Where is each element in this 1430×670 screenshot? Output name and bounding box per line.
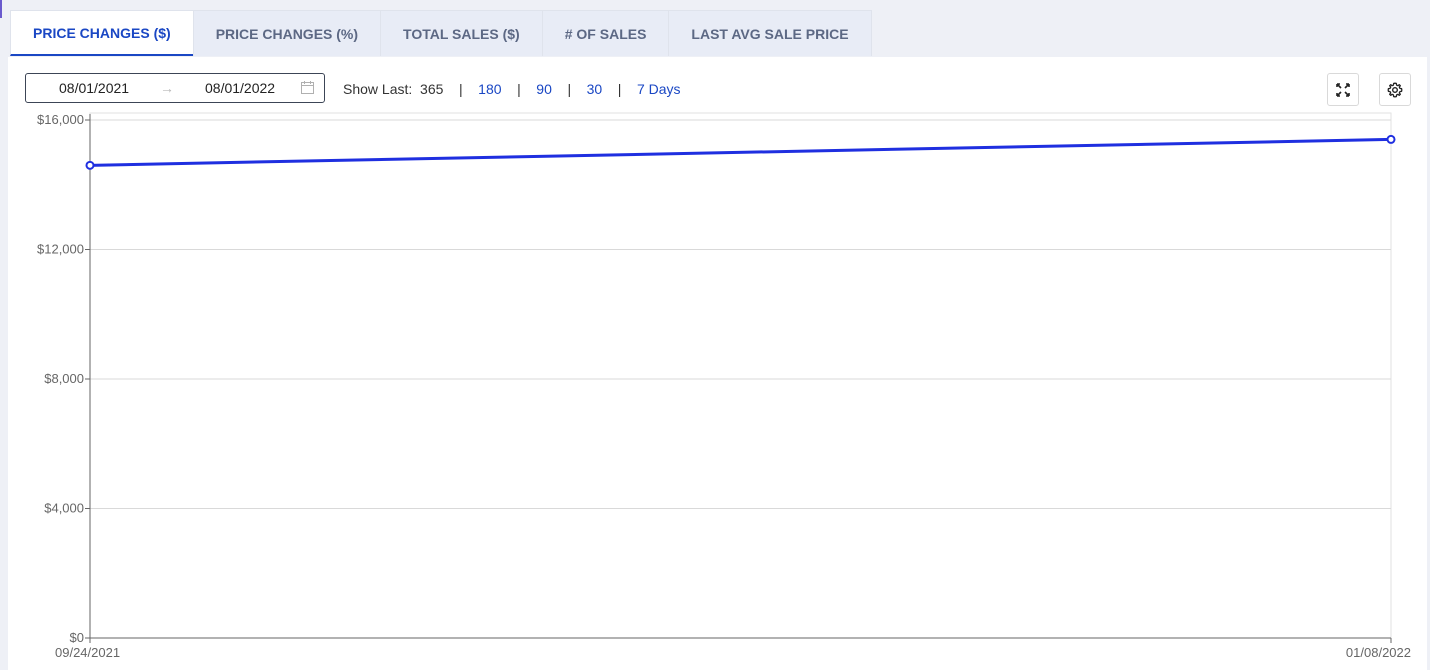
start-date-input[interactable]: 08/01/2021: [59, 80, 129, 96]
tab-total-sales[interactable]: TOTAL SALES ($): [380, 10, 543, 56]
left-accent-bar: [0, 0, 2, 18]
fullscreen-button[interactable]: [1327, 73, 1359, 106]
show-last-label: Show Last:: [343, 81, 413, 97]
tab-bar: PRICE CHANGES ($) PRICE CHANGES (%) TOTA…: [10, 10, 872, 57]
gear-icon: [1387, 82, 1403, 97]
tab-price-changes-usd[interactable]: PRICE CHANGES ($): [10, 10, 194, 56]
tab-number-of-sales[interactable]: # OF SALES: [541, 10, 670, 56]
end-date-input[interactable]: 08/01/2022: [205, 80, 275, 96]
show-last-30[interactable]: 30: [587, 81, 603, 97]
tab-last-avg-sale-price[interactable]: LAST AVG SALE PRICE: [668, 10, 872, 56]
settings-button[interactable]: [1379, 73, 1411, 106]
show-last-7-days[interactable]: 7 Days: [637, 81, 681, 97]
show-last-selector: Show Last: 365 | 180 | 90 | 30 | 7 Days: [343, 81, 681, 97]
date-range-arrow-icon: →: [160, 80, 174, 96]
show-last-current: 365: [420, 81, 444, 97]
chart-panel: 08/01/2021 → 08/01/2022 Show Last: 365 |…: [8, 57, 1427, 670]
fullscreen-icon: [1336, 82, 1350, 97]
show-last-180[interactable]: 180: [478, 81, 501, 97]
tab-price-changes-pct[interactable]: PRICE CHANGES (%): [192, 10, 382, 56]
show-last-90[interactable]: 90: [536, 81, 552, 97]
calendar-icon[interactable]: [301, 81, 314, 94]
date-range-picker[interactable]: 08/01/2021 → 08/01/2022: [25, 73, 325, 103]
